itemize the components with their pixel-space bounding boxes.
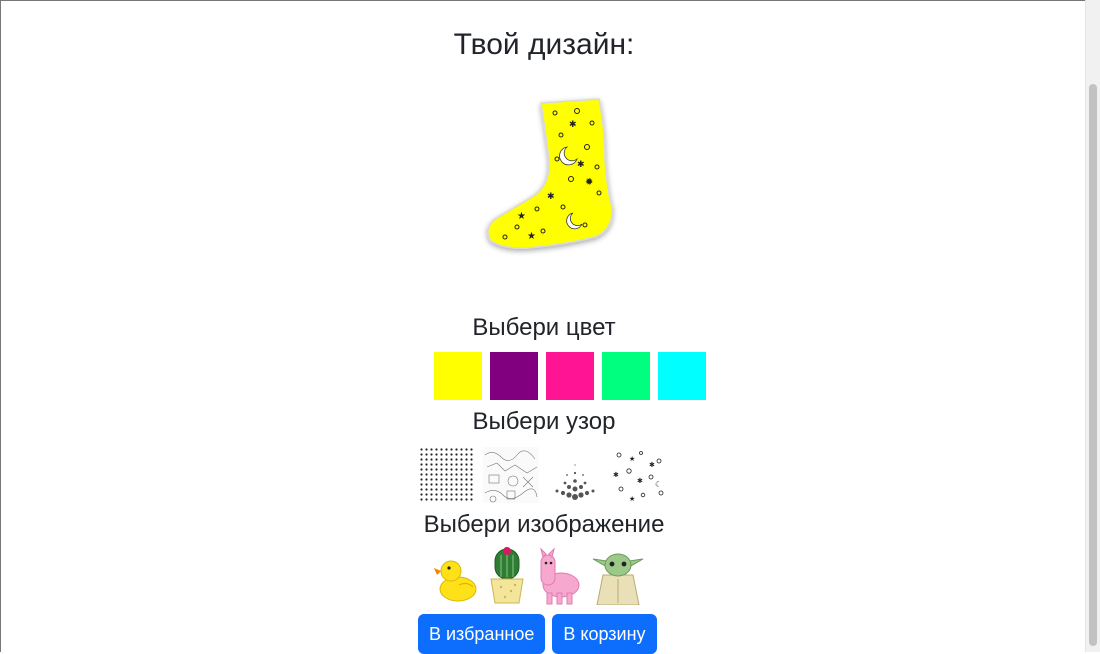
design-title: Твой дизайн: [453, 28, 635, 61]
color-section-title: Выбери цвет [472, 314, 616, 341]
add-to-favorites-button[interactable]: В избранное [418, 614, 546, 654]
svg-text:☾: ☾ [655, 480, 662, 489]
action-buttons: В избранное В корзину [418, 614, 657, 654]
image-section-title: Выбери изображение [423, 511, 665, 538]
baby-yoda-image[interactable] [591, 547, 645, 605]
color-swatch-cyan[interactable] [658, 352, 706, 400]
browser-viewport: Твой дизайн: ✱ ✱ ✱ ✹ ★ ★ Выбери цвет Выб… [0, 0, 1086, 654]
color-swatch-yellow[interactable] [434, 352, 482, 400]
svg-text:✱: ✱ [547, 192, 555, 202]
color-swatch-pink[interactable] [546, 352, 594, 400]
sock-preview: ✱ ✱ ✱ ✹ ★ ★ [477, 89, 627, 264]
color-swatches [434, 352, 706, 400]
duck-image[interactable] [433, 547, 479, 605]
sock-image: ✱ ✱ ✱ ✹ ★ ★ [487, 98, 613, 249]
svg-text:✱: ✱ [577, 160, 585, 170]
svg-text:✱: ✱ [613, 471, 619, 479]
svg-text:★: ★ [629, 455, 635, 463]
pattern-halftone-hexagons[interactable] [547, 447, 603, 503]
svg-text:★: ★ [629, 495, 635, 503]
image-options [433, 547, 645, 605]
pattern-doodle-lines[interactable] [483, 447, 539, 503]
scrollbar-thumb[interactable] [1089, 84, 1097, 646]
svg-text:✱: ✱ [649, 461, 655, 469]
svg-text:✹: ✹ [585, 177, 593, 188]
color-swatch-green[interactable] [602, 352, 650, 400]
llama-image[interactable] [535, 547, 583, 605]
pattern-dots-grid[interactable] [419, 447, 475, 503]
vertical-scrollbar[interactable] [1085, 0, 1100, 652]
pattern-stars-moons[interactable]: ★ ✱ ✱ ☾ ✱ ★ [611, 447, 667, 503]
pattern-options: ★ ✱ ✱ ☾ ✱ ★ [419, 447, 667, 503]
add-to-cart-button[interactable]: В корзину [552, 614, 657, 654]
svg-text:★: ★ [527, 231, 536, 242]
pattern-section-title: Выбери узор [472, 408, 616, 435]
svg-text:✱: ✱ [569, 120, 577, 130]
cactus-image[interactable] [487, 547, 527, 605]
svg-text:✱: ✱ [637, 477, 643, 485]
color-swatch-purple[interactable] [490, 352, 538, 400]
svg-text:★: ★ [517, 211, 526, 222]
